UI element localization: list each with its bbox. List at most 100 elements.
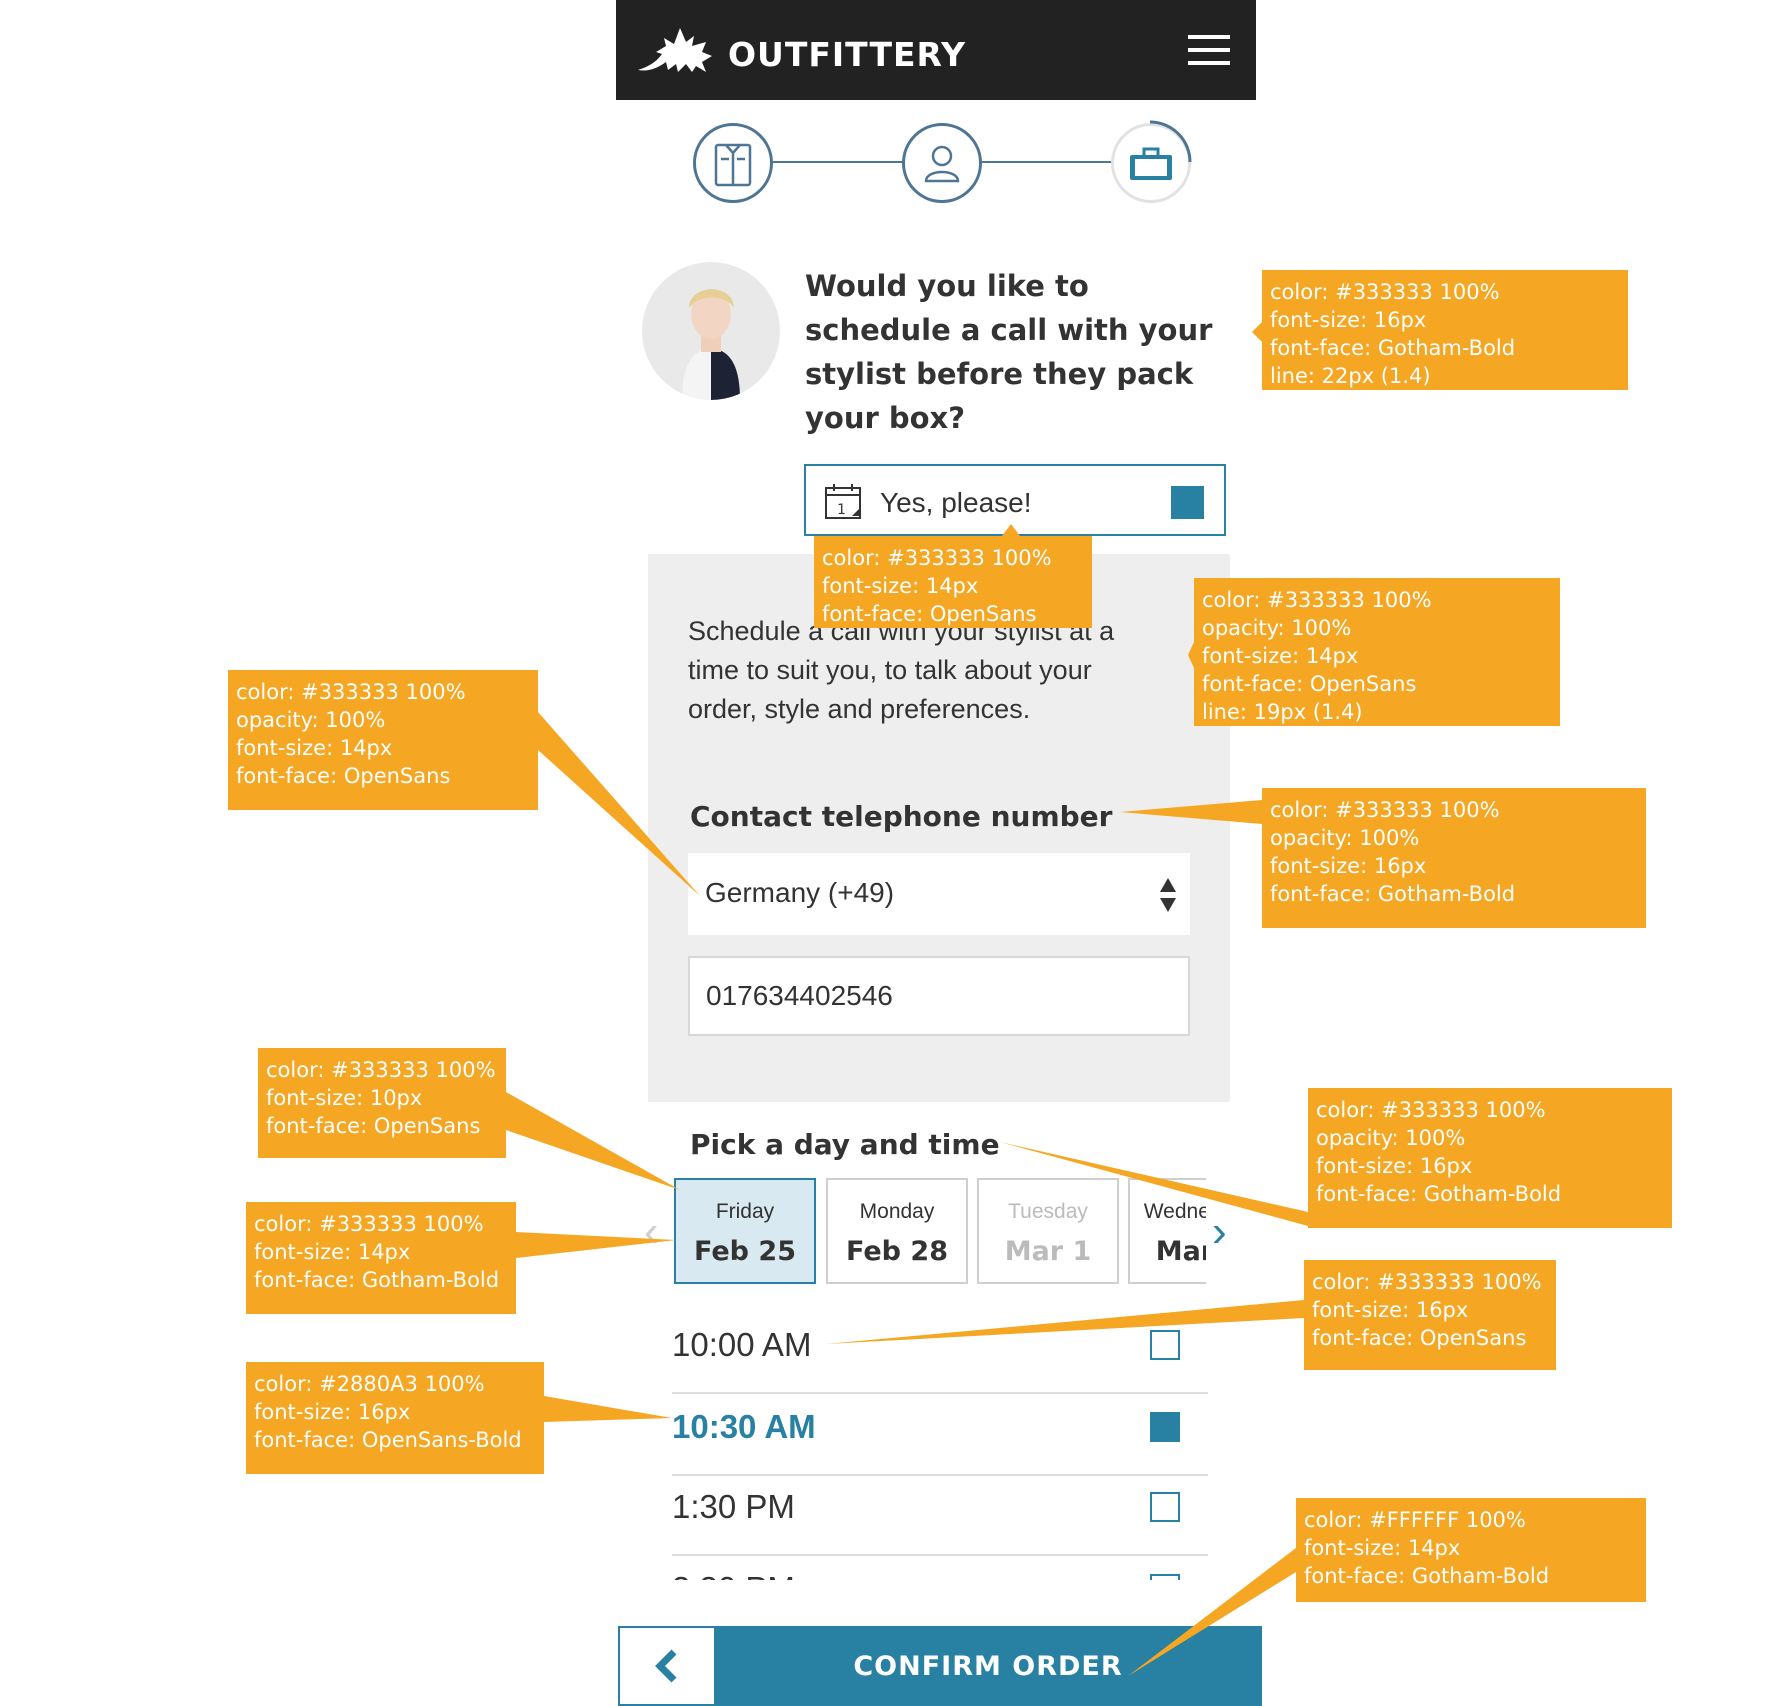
annotation-line: color: #333333 100%	[1312, 1270, 1542, 1294]
annotation-line: color: #FFFFFF 100%	[1304, 1508, 1526, 1532]
annotation-time: color: #333333 100% font-size: 16px font…	[1304, 1260, 1556, 1370]
annotation-line: font-size: 16px	[1316, 1154, 1473, 1178]
select-arrows-icon	[1160, 878, 1176, 912]
schedule-call-label: Yes, please!	[880, 487, 1032, 518]
pick-day-title: Pick a day and time	[690, 1128, 1000, 1161]
annotation-line: font-face: Gotham-Bold	[1270, 882, 1516, 906]
day-option[interactable]: Monday Feb 28	[826, 1178, 968, 1284]
schedule-description: Schedule a call with your stylist at a t…	[688, 616, 1115, 724]
annotation-line: color: #333333 100%	[1270, 798, 1500, 822]
annotation-line: font-face: OpenSans	[266, 1114, 481, 1138]
shirt-icon	[714, 143, 752, 187]
time-slot-label: 10:00 AM	[672, 1326, 812, 1363]
annotation-select: color: #333333 100% opacity: 100% font-s…	[228, 670, 538, 810]
annotation-description: color: #333333 100% opacity: 100% font-s…	[1194, 578, 1560, 726]
time-slot-checkbox[interactable]	[1150, 1492, 1180, 1522]
annotation-line: font-size: 14px	[1202, 644, 1359, 668]
schedule-call-checkbox[interactable]	[1171, 486, 1204, 519]
time-slot[interactable]: 10:30 AM	[672, 1394, 1208, 1476]
annotation-line: font-size: 14px	[236, 736, 393, 760]
logo-icon	[638, 28, 712, 72]
day-option[interactable]: Friday Feb 25	[674, 1178, 816, 1284]
annotation-line: color: #333333 100%	[822, 546, 1052, 570]
next-day-arrow-icon[interactable]: ›	[1212, 1210, 1227, 1254]
annotation-line: font-size: 16px	[1312, 1298, 1469, 1322]
annotation-line: font-face: OpenSans	[1202, 672, 1417, 696]
annotation-line: line: 22px (1.4)	[1270, 364, 1431, 388]
time-slot[interactable]: 3:30 PM	[672, 1556, 1208, 1580]
annotation-line: color: #333333 100%	[1202, 588, 1432, 612]
annotation-line: font-size: 16px	[1270, 854, 1427, 878]
prev-day-arrow-icon[interactable]: ‹	[644, 1210, 659, 1254]
annotation-line: opacity: 100%	[236, 708, 386, 732]
time-slot[interactable]: 1:30 PM	[672, 1474, 1208, 1556]
calendar-icon: 1	[825, 484, 861, 519]
day-date: Mar 1	[1004, 1236, 1092, 1267]
annotation-line: font-size: 14px	[1304, 1536, 1461, 1560]
annotation-contact-title: color: #333333 100% opacity: 100% font-s…	[1262, 788, 1646, 928]
time-slot[interactable]: 10:00 AM	[672, 1312, 1208, 1394]
annotation-line: color: #333333 100%	[266, 1058, 496, 1082]
step-profile[interactable]	[902, 123, 982, 203]
annotation-line: color: #333333 100%	[1316, 1098, 1546, 1122]
day-date: Mar 2	[1155, 1236, 1206, 1267]
step-connector	[980, 161, 1112, 163]
time-slot-checkbox[interactable]	[1150, 1574, 1180, 1580]
day-weekday: Wednesday	[1143, 1200, 1206, 1223]
hamburger-menu-icon[interactable]	[1188, 35, 1230, 65]
annotation-weekday: color: #333333 100% font-size: 10px font…	[258, 1048, 506, 1158]
annotation-confirm: color: #FFFFFF 100% font-size: 14px font…	[1296, 1498, 1646, 1602]
annotation-line: color: #333333 100%	[1270, 280, 1500, 304]
stylist-avatar	[642, 262, 780, 400]
country-code-value: Germany (+49)	[705, 877, 895, 908]
day-option[interactable]: Wednesday Mar 2	[1128, 1178, 1206, 1284]
time-slot-checkbox[interactable]	[1150, 1412, 1180, 1442]
step-connector	[770, 161, 906, 163]
annotation-line: font-face: Gotham-Bold	[1304, 1564, 1550, 1588]
step-shirt[interactable]	[693, 123, 773, 203]
annotation-line: opacity: 100%	[1270, 826, 1420, 850]
annotation-line: opacity: 100%	[1316, 1126, 1466, 1150]
day-option: Tuesday Mar 1	[977, 1178, 1119, 1284]
time-slot-checkbox[interactable]	[1150, 1330, 1180, 1360]
annotation-question: color: #333333 100% font-size: 16px font…	[1262, 270, 1628, 390]
day-strip: Friday Feb 25 Monday Feb 28 Tuesday Mar …	[672, 1178, 1206, 1288]
schedule-call-option[interactable]: 1 Yes, please!	[804, 464, 1226, 536]
phone-number-input[interactable]	[688, 956, 1190, 1036]
annotation-line: color: #333333 100%	[236, 680, 466, 704]
day-weekday: Friday	[715, 1200, 775, 1223]
annotation-line: font-face: Gotham-Bold	[254, 1268, 500, 1292]
annotation-line: font-face: Gotham-Bold	[1316, 1182, 1562, 1206]
chevron-left-icon	[655, 1649, 677, 1683]
annotation-line: font-face: OpenSans-Bold	[254, 1428, 522, 1452]
annotation-line: font-size: 16px	[1270, 308, 1427, 332]
annotation-line: font-face: Gotham-Bold	[1270, 336, 1516, 360]
day-weekday: Monday	[859, 1200, 935, 1223]
svg-text:1: 1	[837, 502, 846, 518]
time-slot-label: 3:30 PM	[672, 1570, 795, 1580]
annotation-line: font-face: OpenSans	[236, 764, 451, 788]
annotation-line: color: #333333 100%	[254, 1212, 484, 1236]
annotation-line: line: 19px (1.4)	[1202, 700, 1363, 724]
annotation-line: opacity: 100%	[1202, 616, 1352, 640]
call-question: Would you like to schedule a call with y…	[805, 269, 1213, 435]
day-date: Feb 25	[694, 1236, 796, 1267]
user-icon	[924, 145, 960, 183]
step-progress-arc	[1149, 120, 1192, 163]
annotation-line: font-face: OpenSans	[1312, 1326, 1527, 1350]
time-slot-label: 10:30 AM	[672, 1408, 816, 1445]
time-slot-list: 10:00 AM 10:30 AM 1:30 PM 3:30 PM	[672, 1312, 1208, 1580]
country-code-select[interactable]: Germany (+49)	[688, 853, 1190, 935]
day-date: Feb 28	[846, 1236, 948, 1267]
annotation-line: font-face: OpenSans	[822, 602, 1037, 626]
annotation-time-selected: color: #2880A3 100% font-size: 16px font…	[246, 1362, 544, 1474]
annotation-line: color: #2880A3 100%	[254, 1372, 485, 1396]
annotation-line: font-size: 16px	[254, 1400, 411, 1424]
confirm-order-button[interactable]: CONFIRM ORDER	[714, 1626, 1262, 1706]
annotation-date: color: #333333 100% font-size: 14px font…	[246, 1202, 516, 1314]
back-button[interactable]	[618, 1626, 714, 1706]
annotation-pick-title: color: #333333 100% opacity: 100% font-s…	[1308, 1088, 1672, 1228]
annotation-line: font-size: 10px	[266, 1086, 423, 1110]
contact-title: Contact telephone number	[690, 800, 1113, 833]
annotation-line: font-size: 14px	[822, 574, 979, 598]
